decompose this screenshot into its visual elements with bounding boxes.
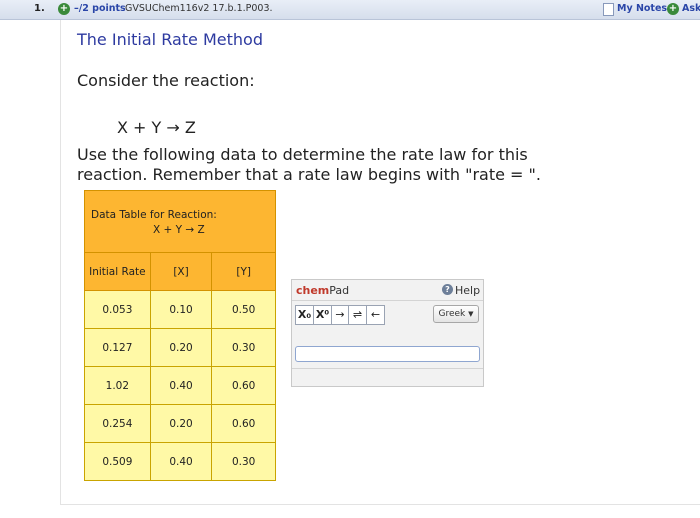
cell-x: 0.10 [149, 290, 213, 329]
table-row: 1.02 0.40 0.60 [84, 366, 276, 405]
cell-x: 0.20 [149, 404, 213, 443]
expand-points-icon[interactable]: + [58, 3, 70, 15]
chevron-down-icon: ▼ [468, 310, 474, 318]
cell-y: 0.50 [211, 290, 276, 329]
table-row: 0.053 0.10 0.50 [84, 290, 276, 329]
help-icon[interactable]: ? [442, 284, 453, 295]
subscript-button[interactable]: X₀ [295, 305, 314, 325]
question-reference: GVSUChem116v2 17.b.1.P003. [125, 3, 273, 14]
chempad-widget: chemPad ? Help X₀ X⁰ → ⇌ ← Greek ▼ [291, 279, 484, 387]
data-table-caption: Data Table for Reaction: X + Y → Z [84, 190, 276, 253]
data-table: Data Table for Reaction: X + Y → Z Initi… [84, 190, 276, 481]
header-initial-rate: Initial Rate [84, 252, 151, 291]
greek-dropdown[interactable]: Greek ▼ [433, 305, 479, 323]
table-row: 0.254 0.20 0.60 [84, 404, 276, 443]
chempad-title-pad: Pad [329, 284, 350, 297]
caption-reaction: X + Y → Z [153, 224, 205, 236]
chempad-title-chem: chem [296, 284, 330, 297]
rate-law-answer-input[interactable] [295, 346, 480, 362]
header-y: [Y] [211, 252, 276, 291]
chempad-bottom-divider [292, 368, 483, 369]
caption-title: Data Table for Reaction: [91, 209, 217, 221]
ask-plus-icon[interactable]: + [667, 3, 679, 15]
consider-text: Consider the reaction: [77, 71, 255, 90]
cell-x: 0.40 [149, 366, 213, 405]
cell-y: 0.60 [211, 404, 276, 443]
my-notes-link[interactable]: My Notes [617, 3, 667, 14]
reaction-equation: X + Y → Z [117, 118, 196, 137]
backspace-button[interactable]: ← [366, 305, 385, 325]
table-header-row: Initial Rate [X] [Y] [84, 252, 276, 291]
superscript-button[interactable]: X⁰ [313, 305, 332, 325]
chempad-divider [292, 300, 483, 301]
points-link[interactable]: –/2 points [74, 3, 126, 14]
notes-icon[interactable] [603, 3, 614, 16]
cell-rate: 0.053 [84, 290, 151, 329]
reaction-arrow-button[interactable]: → [331, 305, 349, 325]
equilibrium-arrow-button[interactable]: ⇌ [348, 305, 367, 325]
header-x: [X] [149, 252, 213, 291]
cell-rate: 0.254 [84, 404, 151, 443]
greek-label: Greek [438, 309, 466, 319]
cell-y: 0.30 [211, 328, 276, 367]
ask-link[interactable]: Ask [682, 3, 700, 14]
problem-title: The Initial Rate Method [77, 30, 263, 49]
table-row: 0.509 0.40 0.30 [84, 442, 276, 481]
cell-y: 0.60 [211, 366, 276, 405]
instructions-text: Use the following data to determine the … [77, 145, 541, 184]
help-link[interactable]: Help [455, 284, 480, 297]
table-row: 0.127 0.20 0.30 [84, 328, 276, 367]
cell-x: 0.20 [149, 328, 213, 367]
cell-rate: 0.509 [84, 442, 151, 481]
cell-x: 0.40 [149, 442, 213, 481]
cell-y: 0.30 [211, 442, 276, 481]
question-number: 1. [34, 3, 45, 14]
chempad-title: chemPad [296, 284, 349, 297]
cell-rate: 0.127 [84, 328, 151, 367]
question-header-bar: 1. + –/2 points GVSUChem116v2 17.b.1.P00… [0, 0, 700, 20]
cell-rate: 1.02 [84, 366, 151, 405]
